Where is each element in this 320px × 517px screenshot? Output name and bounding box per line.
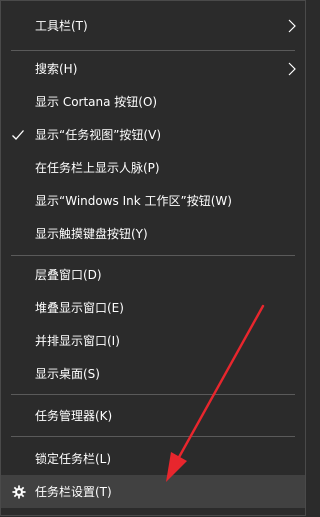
menu-item-show-people-label: 在任务栏上显示人脉(P) — [35, 161, 160, 175]
menu-item-cascade-windows-label: 层叠窗口(D) — [35, 268, 102, 282]
menu-item-show-desktop-label: 显示桌面(S) — [35, 367, 100, 381]
menu-item-show-cortana[interactable]: 显示 Cortana 按钮(O) — [1, 85, 305, 118]
menu-separator — [11, 255, 295, 256]
chevron-right-icon — [288, 19, 296, 32]
menu-item-search[interactable]: 搜索(H) — [1, 52, 305, 85]
menu-item-lock-taskbar-label: 锁定任务栏(L) — [35, 452, 112, 466]
menu-item-show-touch-keyboard[interactable]: 显示触摸键盘按钮(Y) — [1, 217, 305, 250]
menu-item-side-by-side-windows-label: 并排显示窗口(I) — [35, 334, 120, 348]
chevron-right-icon — [288, 62, 296, 75]
menu-item-taskbar-settings[interactable]: 任务栏设置(T) — [1, 475, 305, 508]
menu-item-task-manager-label: 任务管理器(K) — [35, 409, 113, 423]
menu-item-stack-windows-label: 堆叠显示窗口(E) — [35, 301, 124, 315]
menu-item-toolbars[interactable]: 工具栏(T) — [1, 9, 305, 42]
menu-item-show-desktop[interactable]: 显示桌面(S) — [1, 357, 305, 390]
menu-item-stack-windows[interactable]: 堆叠显示窗口(E) — [1, 291, 305, 324]
menu-item-taskbar-settings-label: 任务栏设置(T) — [35, 485, 112, 499]
checkmark-icon — [12, 129, 24, 140]
menu-item-show-task-view-label: 显示“任务视图”按钮(V) — [35, 128, 162, 142]
menu-item-cascade-windows[interactable]: 层叠窗口(D) — [1, 258, 305, 291]
menu-item-task-manager[interactable]: 任务管理器(K) — [1, 399, 305, 432]
menu-item-show-windows-ink[interactable]: 显示“Windows Ink 工作区”按钮(W) — [1, 184, 305, 217]
menu-separator — [11, 436, 295, 437]
menu-separator — [11, 394, 295, 395]
menu-item-lock-taskbar[interactable]: 锁定任务栏(L) — [1, 442, 305, 475]
menu-item-show-windows-ink-label: 显示“Windows Ink 工作区”按钮(W) — [35, 194, 232, 208]
menu-item-search-label: 搜索(H) — [35, 62, 78, 76]
menu-item-show-cortana-label: 显示 Cortana 按钮(O) — [35, 95, 158, 109]
menu-item-show-task-view[interactable]: 显示“任务视图”按钮(V) — [1, 118, 305, 151]
menu-item-show-people[interactable]: 在任务栏上显示人脉(P) — [1, 151, 305, 184]
taskbar-context-menu: 工具栏(T) 搜索(H) 显示 Cortana 按钮(O) 显示“任务视图”按钮… — [0, 0, 306, 516]
menu-item-show-touch-keyboard-label: 显示触摸键盘按钮(Y) — [35, 227, 148, 241]
menu-item-toolbars-label: 工具栏(T) — [35, 19, 88, 33]
menu-item-side-by-side-windows[interactable]: 并排显示窗口(I) — [1, 324, 305, 357]
menu-separator — [11, 50, 295, 51]
gear-icon — [12, 484, 26, 499]
